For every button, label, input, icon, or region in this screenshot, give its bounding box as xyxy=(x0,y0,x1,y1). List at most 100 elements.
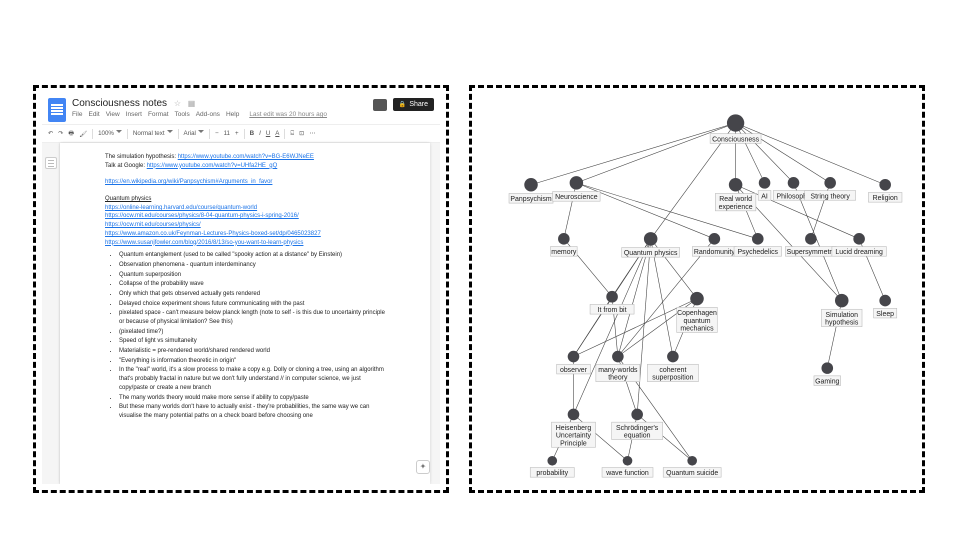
graph-label: probability xyxy=(536,470,568,477)
print-icon[interactable]: 🖶 xyxy=(68,128,74,139)
comment-icon[interactable]: ⊡ xyxy=(299,130,304,137)
bullet-item: pixelated space - can't measure below pl… xyxy=(119,309,385,326)
graph-node[interactable] xyxy=(805,233,817,245)
graph-label: superposition xyxy=(652,375,693,382)
zoom-select[interactable]: 100% xyxy=(98,130,122,137)
graph-edge xyxy=(531,123,736,185)
textcolor-icon[interactable]: A xyxy=(275,130,279,137)
graph-label: wave function xyxy=(605,470,649,477)
document-page[interactable]: The simulation hypothesis: https://www.y… xyxy=(60,143,430,484)
doc-title[interactable]: Consciousness notes ☆ ▦ xyxy=(72,98,367,109)
menubar: File Edit View Insert Format Tools Add-o… xyxy=(72,111,367,118)
graph-node[interactable] xyxy=(568,351,580,363)
docs-logo-icon[interactable] xyxy=(48,98,66,122)
graph-node[interactable] xyxy=(631,409,643,421)
graph-node[interactable] xyxy=(759,177,771,189)
menu-format[interactable]: Format xyxy=(148,111,169,118)
graph-label: Principle xyxy=(560,440,587,447)
graph-node[interactable] xyxy=(835,294,849,308)
graph-node[interactable] xyxy=(558,233,570,245)
graph-node[interactable] xyxy=(853,233,865,245)
graph-node[interactable] xyxy=(524,178,538,192)
link[interactable]: https://www.youtube.com/watch?v=BG-E6WJN… xyxy=(178,154,314,160)
link[interactable]: https://en.wikipedia.org/wiki/Panpsychis… xyxy=(105,179,272,185)
graph-node[interactable] xyxy=(623,456,633,466)
folder-icon[interactable]: ▦ xyxy=(188,99,196,108)
link[interactable]: https://www.susanjfowler.com/blog/2016/8… xyxy=(105,240,303,246)
outline-toggle-icon[interactable] xyxy=(45,157,57,169)
bullet-item: Materialistic = pre-rendered world/share… xyxy=(119,347,385,356)
doc-title-text: Consciousness notes xyxy=(72,98,167,109)
menu-addons[interactable]: Add-ons xyxy=(196,111,220,118)
graph-node[interactable] xyxy=(667,351,679,363)
graph-node[interactable] xyxy=(729,178,743,192)
style-select[interactable]: Normal text xyxy=(133,130,173,137)
menu-file[interactable]: File xyxy=(72,111,82,118)
graph-node[interactable] xyxy=(690,292,704,306)
graph-label: Panpsychism xyxy=(510,196,551,203)
graph-label: Psychedelics xyxy=(738,249,779,256)
explore-icon[interactable]: ✦ xyxy=(416,460,430,474)
graph-node[interactable] xyxy=(709,233,721,245)
mindmap-graph[interactable]: ConsciousnessPanpsychismNeuroscienceReal… xyxy=(480,96,914,482)
graph-node[interactable] xyxy=(568,409,580,421)
graph-label: coherent xyxy=(659,367,686,374)
graph-node[interactable] xyxy=(606,291,618,303)
link[interactable]: https://online-learning.harvard.edu/cour… xyxy=(105,205,257,211)
bullet-item: Delayed choice experiment shows future c… xyxy=(119,300,385,309)
graph-label: Religion xyxy=(873,195,898,202)
graph-node[interactable] xyxy=(727,114,744,131)
docs-panel: Consciousness notes ☆ ▦ File Edit View I… xyxy=(33,85,449,493)
font-select[interactable]: Arial xyxy=(184,130,204,137)
graph-label: hypothesis xyxy=(825,320,859,327)
bullet-item: "Everything is information theoretic in … xyxy=(119,357,385,366)
menu-view[interactable]: View xyxy=(106,111,120,118)
graph-node[interactable] xyxy=(788,177,800,189)
more-icon[interactable]: ⋯ xyxy=(309,130,315,137)
graph-label: Quantum suicide xyxy=(666,470,718,477)
menu-tools[interactable]: Tools xyxy=(175,111,190,118)
graph-node[interactable] xyxy=(824,177,836,189)
fontsize-dec-icon[interactable]: − xyxy=(215,130,219,137)
graph-node[interactable] xyxy=(879,179,891,191)
lock-icon: 🔒 xyxy=(399,101,406,108)
graph-label: Gaming xyxy=(815,379,839,386)
italic-icon[interactable]: I xyxy=(259,130,261,137)
bullet-list: Quantum entanglement (used to be called … xyxy=(105,251,385,420)
menu-help[interactable]: Help xyxy=(226,111,239,118)
graph-node[interactable] xyxy=(821,362,833,374)
link[interactable]: https://ocw.mit.edu/courses/physics/8-04… xyxy=(105,213,299,219)
fontsize-value[interactable]: 11 xyxy=(224,130,230,137)
link[interactable]: https://www.amazon.co.uk/Feynman-Lecture… xyxy=(105,231,321,237)
star-icon[interactable]: ☆ xyxy=(174,99,181,108)
bold-icon[interactable]: B xyxy=(250,130,254,137)
graph-label: quantum xyxy=(684,318,711,325)
graph-node[interactable] xyxy=(644,232,658,246)
graph-node[interactable] xyxy=(879,295,891,307)
share-label: Share xyxy=(409,101,428,108)
graph-label: Copenhagen xyxy=(677,310,717,317)
link[interactable]: https://www.youtube.com/watch?v=UHfa2HE_… xyxy=(147,163,278,169)
graph-node[interactable] xyxy=(752,233,764,245)
menu-edit[interactable]: Edit xyxy=(88,111,99,118)
link[interactable]: https://ocw.mit.edu/courses/physics/ xyxy=(105,222,201,228)
graph-node[interactable] xyxy=(547,456,557,466)
underline-icon[interactable]: U xyxy=(266,130,270,137)
share-button[interactable]: 🔒 Share xyxy=(393,98,434,111)
graph-label: Lucid dreaming xyxy=(835,249,883,256)
comments-icon[interactable] xyxy=(373,99,387,111)
bullet-item: Quantum entanglement (used to be called … xyxy=(119,251,385,260)
graph-node[interactable] xyxy=(612,351,624,363)
bullet-item: In the "real" world, it's a slow process… xyxy=(119,366,385,392)
menu-insert[interactable]: Insert xyxy=(126,111,142,118)
undo-icon[interactable]: ↶ xyxy=(48,130,53,137)
fontsize-inc-icon[interactable]: + xyxy=(235,130,239,137)
graph-node[interactable] xyxy=(570,176,584,190)
bullet-item: Speed of light vs simultaneity xyxy=(119,337,385,346)
last-edit-info[interactable]: Last edit was 20 hours ago xyxy=(249,111,327,118)
redo-icon[interactable]: ↷ xyxy=(58,130,63,137)
graph-node[interactable] xyxy=(687,456,697,466)
docs-header: Consciousness notes ☆ ▦ File Edit View I… xyxy=(42,94,440,124)
link-icon[interactable]: ⍇ xyxy=(290,130,294,138)
paint-icon[interactable]: 🖌 xyxy=(79,130,87,138)
